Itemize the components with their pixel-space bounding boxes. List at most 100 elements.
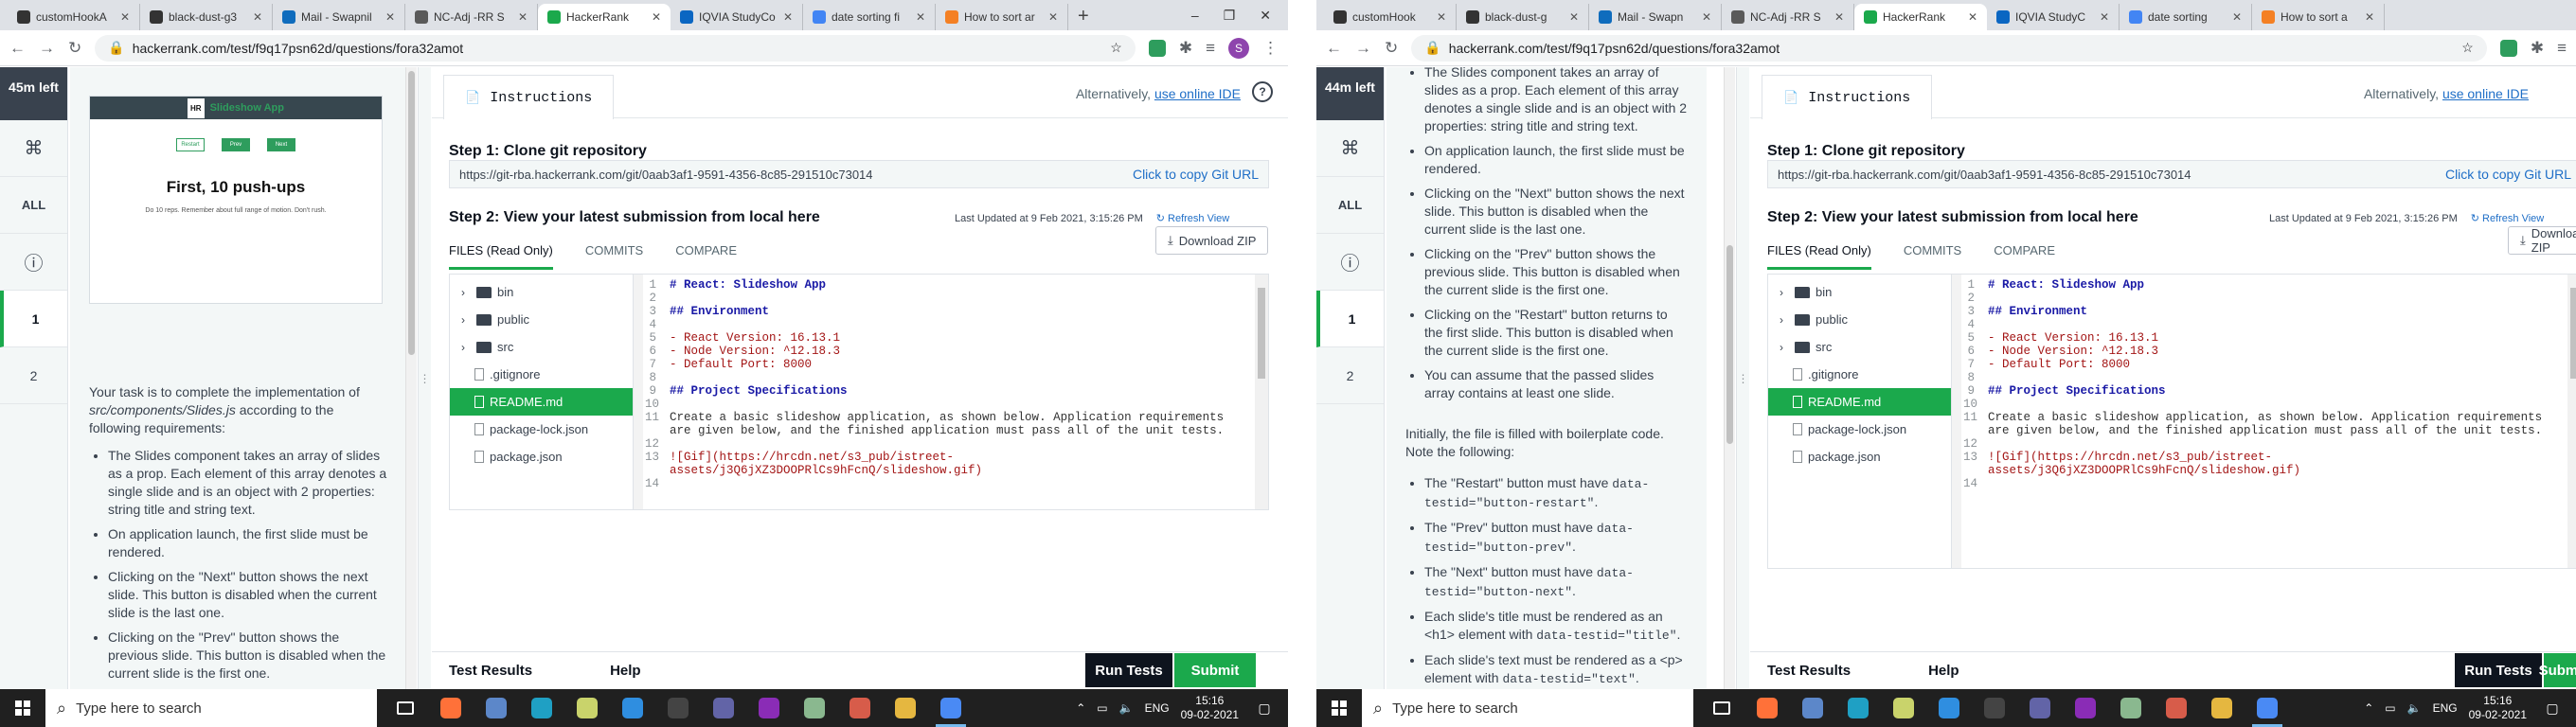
all-questions-button[interactable]: ALL — [0, 177, 67, 234]
file-tree-item[interactable]: README.md — [1768, 388, 1951, 416]
question-2-button[interactable]: 2 — [0, 347, 67, 404]
taskbar-app[interactable] — [1926, 689, 1972, 727]
forward-icon[interactable]: → — [39, 39, 55, 58]
browser-tab[interactable]: IQVIA StudyC ✕ — [1987, 4, 2120, 30]
volume-icon[interactable]: 🔈 — [1119, 701, 1134, 715]
browser-tab[interactable]: HackerRank ✕ — [538, 4, 671, 30]
file-tree-item[interactable]: › bin — [1768, 278, 1951, 306]
taskbar-app[interactable] — [2245, 689, 2290, 727]
taskbar-search[interactable]: ⌕ Type here to search — [45, 689, 377, 727]
notifications-icon[interactable]: ▢ — [2538, 689, 2567, 727]
download-zip-button[interactable]: ⤓ Download ZIP — [1155, 226, 1269, 255]
tab-close-icon[interactable]: ✕ — [2232, 10, 2242, 24]
chevron-up-icon[interactable]: ⌃ — [1076, 701, 1085, 715]
taskbar-app[interactable] — [2108, 689, 2154, 727]
editor-scrollbar[interactable] — [1255, 275, 1268, 509]
copy-git-url-link[interactable]: Click to copy Git URL — [1133, 167, 1259, 182]
refresh-view-link[interactable]: ↻ Refresh View — [1156, 212, 1230, 224]
clock[interactable]: 15:16 09-02-2021 — [1181, 694, 1239, 722]
source-tab[interactable]: FILES (Read Only) — [1767, 243, 1871, 270]
info-icon[interactable]: ⓘ — [1316, 234, 1384, 291]
browser-tab[interactable]: date sorting ✕ — [2120, 4, 2252, 30]
file-tree-item[interactable]: .gitignore — [1768, 361, 1951, 388]
clock[interactable]: 15:16 09-02-2021 — [2469, 694, 2527, 722]
maximize-icon[interactable]: ❐ — [1224, 8, 1236, 24]
media-icon[interactable]: ≡ — [2557, 39, 2567, 58]
star-icon[interactable]: ☆ — [1110, 40, 1122, 56]
source-tab[interactable]: COMPARE — [1994, 243, 2055, 270]
taskbar-app[interactable] — [383, 689, 428, 727]
taskbar-app[interactable] — [519, 689, 564, 727]
taskbar-app[interactable] — [792, 689, 837, 727]
file-tree-item[interactable]: › src — [450, 333, 633, 361]
tab-close-icon[interactable]: ✕ — [385, 10, 395, 24]
file-tree-item[interactable]: › public — [1768, 306, 1951, 333]
command-icon[interactable]: ⌘ — [0, 120, 67, 177]
download-zip-button[interactable]: ⤓ Download ZIP — [2508, 226, 2576, 255]
copy-git-url-link[interactable]: Click to copy Git URL — [2445, 167, 2571, 182]
command-icon[interactable]: ⌘ — [1316, 120, 1384, 177]
taskbar-app[interactable] — [928, 689, 974, 727]
browser-tab[interactable]: Mail - Swapnil ✕ — [273, 4, 405, 30]
volume-icon[interactable]: 🔈 — [2407, 701, 2422, 715]
language-indicator[interactable]: ENG — [2433, 701, 2458, 715]
start-button[interactable] — [1316, 689, 1362, 727]
editor-scrollbar[interactable] — [2567, 275, 2576, 568]
tab-close-icon[interactable]: ✕ — [253, 10, 262, 24]
network-icon[interactable]: ▭ — [2385, 701, 2395, 715]
tab-close-icon[interactable]: ✕ — [1437, 10, 1446, 24]
star-icon[interactable]: ☆ — [2461, 40, 2474, 56]
instructions-tab[interactable]: 📄 Instructions — [1762, 75, 1933, 119]
question-scrollbar[interactable] — [1724, 67, 1735, 689]
help-icon[interactable]: ? — [1252, 81, 1273, 102]
test-results-tab[interactable]: Test Results — [449, 663, 532, 679]
tab-close-icon[interactable]: ✕ — [2100, 10, 2109, 24]
browser-tab[interactable]: black-dust-g ✕ — [1457, 4, 1589, 30]
file-tree-item[interactable]: package.json — [450, 443, 633, 470]
scroll-thumb[interactable] — [2570, 288, 2576, 379]
taskbar-app[interactable] — [1699, 689, 1744, 727]
browser-tab[interactable]: How to sort a ✕ — [2252, 4, 2385, 30]
browser-tab[interactable]: date sorting fi ✕ — [803, 4, 936, 30]
tab-close-icon[interactable]: ✕ — [783, 10, 793, 24]
file-tree-item[interactable]: › public — [450, 306, 633, 333]
run-tests-button[interactable]: Run Tests — [1085, 653, 1172, 687]
panel-resize-handle[interactable]: ⋮ — [1736, 67, 1749, 689]
file-tree-item[interactable]: package-lock.json — [450, 416, 633, 443]
taskbar-app[interactable] — [2199, 689, 2245, 727]
forward-icon[interactable]: → — [1355, 39, 1371, 58]
taskbar-app[interactable] — [1881, 689, 1926, 727]
back-icon[interactable]: ← — [9, 39, 26, 58]
submit-button[interactable]: Submit — [1174, 653, 1256, 687]
reload-icon[interactable]: ↻ — [68, 39, 81, 58]
menu-kebab-icon[interactable]: ⋮ — [1262, 39, 1279, 58]
question-1-button[interactable]: 1 — [0, 291, 67, 347]
taskbar-app[interactable] — [746, 689, 792, 727]
question-2-button[interactable]: 2 — [1316, 347, 1384, 404]
taskbar-app[interactable] — [564, 689, 610, 727]
taskbar-app[interactable] — [2017, 689, 2063, 727]
question-scrollbar[interactable] — [405, 67, 417, 689]
refresh-view-link[interactable]: ↻ Refresh View — [2471, 212, 2545, 224]
file-tree-item[interactable]: .gitignore — [450, 361, 633, 388]
source-tab[interactable]: COMMITS — [1904, 243, 1961, 270]
chevron-up-icon[interactable]: ⌃ — [2364, 701, 2373, 715]
avatar[interactable]: S — [1228, 37, 1249, 59]
info-icon[interactable]: ⓘ — [0, 234, 67, 291]
taskbar-app[interactable] — [1790, 689, 1835, 727]
tab-close-icon[interactable]: ✕ — [652, 10, 661, 24]
browser-tab[interactable]: NC-Adj -RR S ✕ — [405, 4, 538, 30]
tab-close-icon[interactable]: ✕ — [1702, 10, 1711, 24]
minimize-icon[interactable]: – — [1191, 8, 1199, 23]
taskbar-app[interactable] — [701, 689, 746, 727]
new-tab-button[interactable]: + — [1068, 4, 1099, 30]
browser-tab[interactable]: How to sort ar ✕ — [936, 4, 1068, 30]
browser-tab[interactable]: HackerRank ✕ — [1854, 4, 1987, 30]
tab-close-icon[interactable]: ✕ — [518, 10, 528, 24]
taskbar-app[interactable] — [1744, 689, 1790, 727]
editor-left-scrollbar[interactable] — [1952, 275, 1961, 568]
browser-tab[interactable]: customHookA ✕ — [8, 4, 140, 30]
puzzle-icon[interactable]: ✱ — [2531, 39, 2544, 58]
submit-button[interactable]: Submit — [2539, 653, 2576, 687]
online-ide-link[interactable]: use online IDE — [2442, 86, 2529, 101]
